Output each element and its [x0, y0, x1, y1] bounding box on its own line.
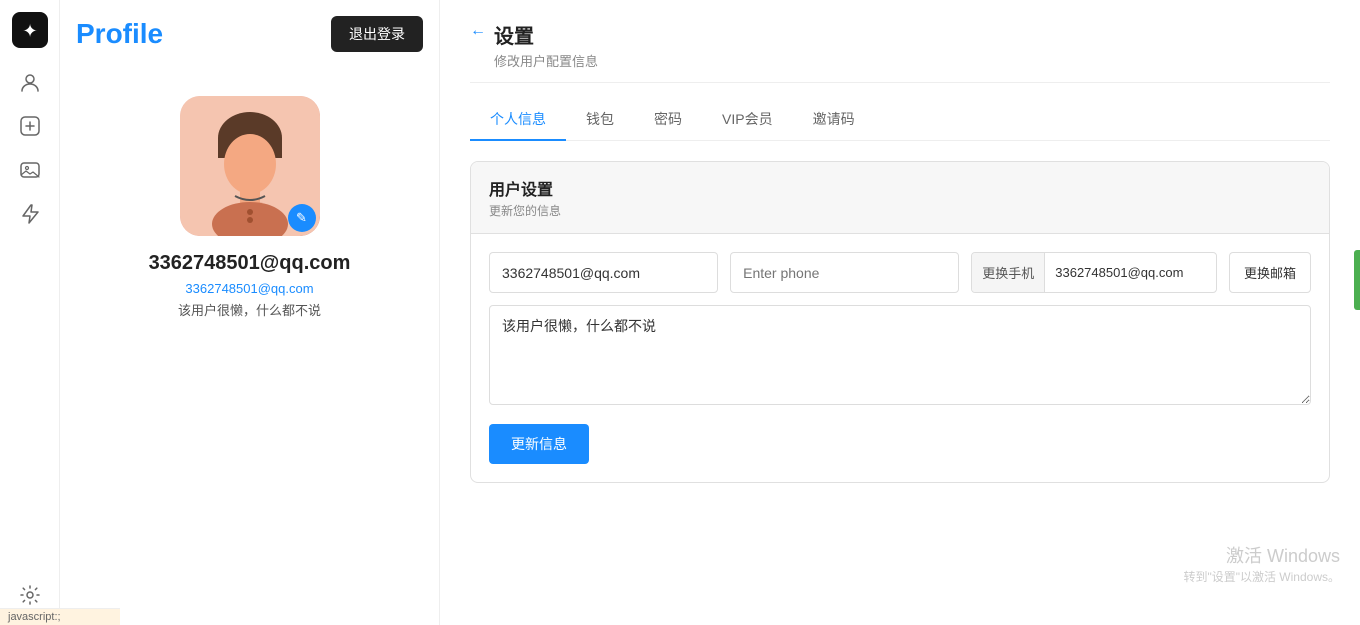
- tabs-bar: 个人信息 钱包 密码 VIP会员 邀请码: [470, 99, 1330, 141]
- change-phone-label: 更换手机: [972, 253, 1045, 292]
- settings-card-title: 用户设置: [489, 176, 1311, 200]
- user-avatar-icon[interactable]: [12, 64, 48, 100]
- sidebar-title: Profile: [76, 18, 163, 50]
- settings-card: 用户设置 更新您的信息 更换手机 更换邮箱 该用户很懒，什么都不说 更新信息: [470, 161, 1330, 483]
- user-email-sub: 3362748501@qq.com: [185, 281, 313, 296]
- avatar-container: ✎: [180, 96, 320, 236]
- status-bar: javascript:;: [0, 608, 120, 625]
- windows-watermark-line2: 转到"设置"以激活 Windows。: [1183, 568, 1340, 585]
- settings-card-subtitle: 更新您的信息: [489, 202, 1311, 219]
- tab-personal[interactable]: 个人信息: [470, 99, 566, 141]
- tab-wallet[interactable]: 钱包: [566, 99, 634, 141]
- email-input[interactable]: [489, 252, 718, 293]
- lightning-icon[interactable]: [12, 196, 48, 232]
- user-email-main: 3362748501@qq.com: [149, 252, 351, 275]
- page-title-block: 设置 修改用户配置信息: [494, 20, 598, 70]
- tab-invite[interactable]: 邀请码: [793, 99, 875, 141]
- icon-bar: ✦: [0, 0, 60, 625]
- tab-vip[interactable]: VIP会员: [702, 99, 793, 141]
- settings-card-body: 更换手机 更换邮箱 该用户很懒，什么都不说 更新信息: [471, 234, 1329, 482]
- svg-text:✦: ✦: [22, 21, 37, 41]
- settings-card-header: 用户设置 更新您的信息: [471, 162, 1329, 234]
- user-bio: 该用户很懒，什么都不说: [178, 300, 321, 319]
- fields-row: 更换手机 更换邮箱: [489, 252, 1311, 293]
- change-phone-input[interactable]: [1045, 255, 1217, 290]
- update-button[interactable]: 更新信息: [489, 424, 589, 464]
- windows-watermark-line1: 激活 Windows: [1183, 542, 1340, 568]
- phone-change-group: 更换手机: [971, 252, 1217, 293]
- page-header: ← 设置 修改用户配置信息: [470, 20, 1330, 83]
- change-email-button[interactable]: 更换邮箱: [1229, 252, 1311, 293]
- logo-icon[interactable]: ✦: [12, 12, 48, 48]
- sidebar-header: Profile 退出登录: [76, 16, 423, 52]
- green-status-bar: [1354, 250, 1360, 310]
- phone-input[interactable]: [730, 252, 959, 293]
- status-bar-text: javascript:;: [8, 611, 61, 623]
- avatar-edit-button[interactable]: ✎: [288, 204, 316, 232]
- back-arrow-icon[interactable]: ←: [470, 22, 486, 40]
- tab-password[interactable]: 密码: [634, 99, 702, 141]
- page-subtitle: 修改用户配置信息: [494, 51, 598, 70]
- windows-watermark: 激活 Windows 转到"设置"以激活 Windows。: [1183, 542, 1340, 585]
- image-icon[interactable]: [12, 152, 48, 188]
- bio-textarea[interactable]: 该用户很懒，什么都不说: [489, 305, 1311, 405]
- sidebar: Profile 退出登录 ✎: [60, 0, 440, 625]
- page-title: 设置: [494, 20, 598, 49]
- logout-button[interactable]: 退出登录: [331, 16, 423, 52]
- add-icon[interactable]: [12, 108, 48, 144]
- main-content: ← 设置 修改用户配置信息 个人信息 钱包 密码 VIP会员 邀请码 用户设置 …: [440, 0, 1360, 625]
